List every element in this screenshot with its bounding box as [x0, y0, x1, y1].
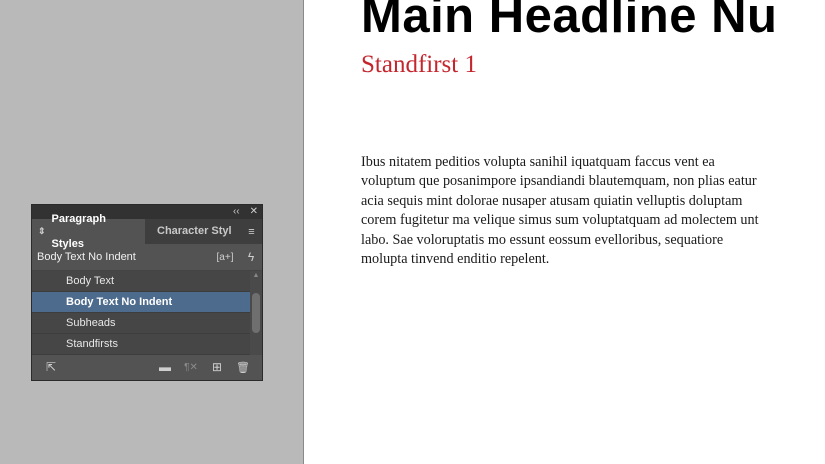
style-item-standfirsts[interactable]: Standfirsts	[32, 334, 250, 355]
tab-paragraph-styles[interactable]: ⇕ Paragraph Styles	[32, 213, 145, 250]
quick-apply-icon[interactable]: ϟ	[240, 250, 262, 264]
standfirst-text[interactable]: Standfirst 1	[361, 51, 477, 79]
main-headline[interactable]: Main Headline Nu	[361, 0, 777, 44]
current-style-name: Body Text No Indent	[37, 251, 136, 263]
style-list[interactable]: Body Text Body Text No Indent Subheads S…	[32, 271, 262, 355]
panel-bottom-bar: ⇱ ▬ ¶✕ ⊞ 🗑	[32, 355, 262, 379]
paragraph-styles-panel: ‹‹ ✕ ⇕ Paragraph Styles Character Styl ≡…	[31, 204, 263, 381]
panel-tabs: ⇕ Paragraph Styles Character Styl ≡	[32, 213, 262, 250]
tab-character-styles[interactable]: Character Styl	[145, 219, 241, 244]
new-style-group-icon[interactable]: ▬	[152, 360, 178, 374]
style-item-body-text[interactable]: Body Text	[32, 271, 250, 292]
load-styles-icon[interactable]: ⇱	[38, 360, 64, 374]
scroll-up-icon[interactable]: ▲	[250, 271, 262, 281]
delete-style-icon[interactable]: 🗑	[230, 361, 256, 374]
style-item-subheads[interactable]: Subheads	[32, 313, 250, 334]
style-override-icon[interactable]: [a+]	[210, 252, 240, 263]
sort-arrows-icon: ⇕	[38, 226, 46, 236]
body-text-frame[interactable]: Ibus nitatem peditios volupta sanihil iq…	[361, 153, 761, 269]
document-page[interactable]: Main Headline Nu Standfirst 1 Ibus nitat…	[303, 0, 825, 464]
style-item-body-text-no-indent[interactable]: Body Text No Indent	[32, 292, 250, 313]
tab-label: Paragraph Styles	[51, 212, 106, 250]
close-panel-icon[interactable]: ✕	[250, 205, 258, 219]
scroll-thumb[interactable]	[252, 293, 260, 333]
panel-menu-icon[interactable]: ≡	[241, 219, 262, 244]
new-style-icon[interactable]: ⊞	[204, 360, 230, 374]
collapse-panel-icon[interactable]: ‹‹	[233, 205, 240, 219]
style-list-scrollbar[interactable]: ▲	[250, 271, 262, 355]
clear-overrides-icon[interactable]: ¶✕	[178, 362, 204, 373]
